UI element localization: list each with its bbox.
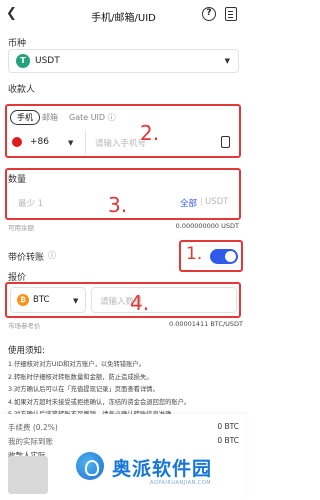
- country-chevron-icon[interactable]: ▼: [68, 139, 73, 147]
- fee-value: 0 BTC: [217, 422, 239, 431]
- records-icon[interactable]: [225, 7, 237, 21]
- all-button[interactable]: 全部: [180, 197, 197, 209]
- price-transfer-toggle[interactable]: [210, 249, 238, 264]
- quote-chevron-icon: ▼: [73, 297, 79, 305]
- amount-separator: |: [200, 197, 203, 207]
- quote-amount-input[interactable]: 请输入数量: [91, 287, 237, 313]
- usdt-coin-icon: T: [16, 54, 30, 68]
- unit-price-value: 0.00001411 BTC/USDT: [169, 320, 243, 328]
- chevron-down-icon: ▼: [224, 57, 230, 65]
- actual-label: 我的实际到账: [8, 437, 53, 446]
- fee-row: 手续费 (0.2%) 0 BTC: [8, 422, 239, 433]
- price-transfer-label: 带价转账: [8, 253, 45, 263]
- tab-phone[interactable]: 手机: [10, 110, 40, 125]
- china-flag-icon: [12, 137, 22, 147]
- available-value: 0.000000000 USDT: [175, 222, 239, 230]
- currency-value: USDT: [35, 56, 60, 66]
- btc-coin-icon: ₿: [17, 294, 29, 306]
- note-item: 3.对方确认后可以在「充值提现记录」页面查看详情。: [8, 386, 159, 393]
- watermark-logo-icon: [76, 452, 104, 480]
- watermark-name: 奥派软件园: [112, 458, 213, 480]
- tab-email[interactable]: 邮箱: [42, 112, 58, 123]
- top-bar: ❮ 手机/邮箱/UID ?: [0, 0, 247, 30]
- notes-title: 使用须知:: [8, 346, 45, 356]
- watermark-url: AOPAIRUANJIAN.COM: [150, 480, 212, 486]
- divider: [85, 130, 86, 154]
- contacts-icon[interactable]: [221, 136, 230, 148]
- annotation-1: 1.: [186, 244, 203, 264]
- tab-gate-uid[interactable]: Gate UID ⓘ: [69, 112, 116, 123]
- unit-price-label: 市场参考价: [8, 322, 41, 330]
- fee-label: 手续费 (0.2%): [8, 423, 58, 432]
- note-item: 2.转账时仔细核对转账数量和金额，防止造成损失。: [8, 373, 153, 381]
- confirm-button[interactable]: [8, 456, 48, 494]
- phone-input[interactable]: 请输入手机号: [95, 137, 146, 149]
- annotation-4: 4.: [130, 291, 150, 315]
- amount-input[interactable]: 最少 1: [18, 197, 43, 209]
- watermark: 奥派软件园 AOPAIRUANJIAN.COM: [72, 446, 244, 498]
- currency-label: 币种: [8, 39, 27, 49]
- help-icon[interactable]: ?: [202, 7, 216, 21]
- note-item: 1.仔细核对对方UID和对方账户，以免转错账户。: [8, 361, 145, 368]
- recipient-label: 收款人: [8, 85, 36, 95]
- annotation-3: 3.: [108, 193, 128, 217]
- available-label: 可用余额: [8, 224, 34, 232]
- currency-select[interactable]: T USDT ▼: [8, 49, 239, 73]
- recipient-annotation-box: [5, 104, 241, 158]
- amount-unit: USDT: [205, 197, 229, 207]
- country-code[interactable]: +86: [30, 137, 49, 147]
- annotation-2: 2.: [140, 121, 160, 145]
- actual-value: 0 BTC: [217, 436, 239, 445]
- quote-coin-value: BTC: [33, 295, 50, 305]
- notes-list: 1.仔细核对对方UID和对方账户，以免转错账户。 2.转账时仔细核对转账数量和金…: [8, 359, 190, 422]
- quote-coin-select[interactable]: ₿ BTC ▼: [10, 287, 86, 313]
- info-icon[interactable]: ⓘ: [48, 250, 56, 261]
- note-item: 4.如果对方超时未接受或拒绝确认，冻结的资金会退回您的账户。: [8, 398, 191, 406]
